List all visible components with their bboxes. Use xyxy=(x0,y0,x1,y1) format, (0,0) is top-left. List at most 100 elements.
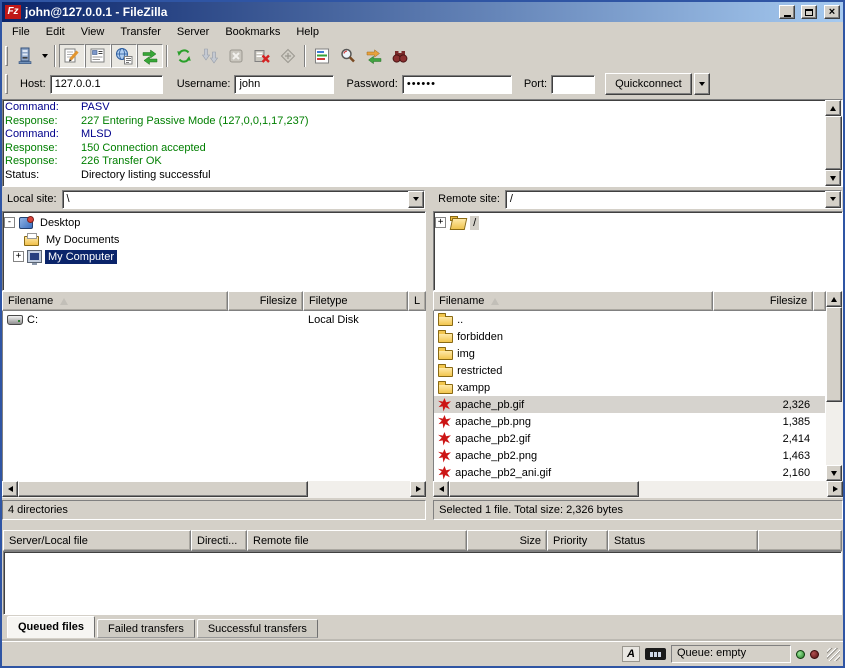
scroll-right-button[interactable] xyxy=(827,481,843,497)
maximize-button[interactable] xyxy=(801,5,817,19)
quickconnect-grip[interactable] xyxy=(5,74,8,94)
tab-successful-transfers[interactable]: Successful transfers xyxy=(197,619,318,638)
pane-splitter[interactable] xyxy=(426,187,433,520)
tree-node-label[interactable]: My Documents xyxy=(43,233,122,247)
local-site-dropdown-button[interactable] xyxy=(408,191,424,208)
column-header-priority[interactable]: Priority xyxy=(547,530,608,551)
directory-filters-button[interactable] xyxy=(309,44,335,68)
file-row-restricted[interactable]: restricted xyxy=(434,362,825,379)
scroll-up-button[interactable] xyxy=(826,291,842,307)
scroll-left-button[interactable] xyxy=(433,481,449,497)
scroll-down-button[interactable] xyxy=(826,465,842,481)
remote-vertical-scrollbar[interactable] xyxy=(826,291,843,481)
column-header-filename[interactable]: Filename xyxy=(433,291,713,311)
file-row-apache-pb2-png[interactable]: apache_pb2.png 1,463 xyxy=(434,447,825,464)
queue-splitter[interactable] xyxy=(2,520,843,530)
toggle-local-tree-button[interactable] xyxy=(85,44,111,68)
tree-node-my-documents[interactable]: My Documents xyxy=(4,231,424,248)
file-row-parent-dir[interactable]: .. xyxy=(434,311,825,328)
scroll-down-button[interactable] xyxy=(825,170,841,186)
column-header-filesize[interactable]: Filesize xyxy=(713,291,813,311)
quickconnect-dropdown-button[interactable] xyxy=(694,73,710,95)
menu-help[interactable]: Help xyxy=(288,23,327,41)
column-header-remote-file[interactable]: Remote file xyxy=(247,530,467,551)
scrollbar-thumb[interactable] xyxy=(449,481,639,497)
column-header-filename[interactable]: Filename xyxy=(2,291,228,311)
sort-ascending-icon xyxy=(491,298,499,305)
disconnect-button[interactable] xyxy=(249,44,275,68)
find-files-button[interactable] xyxy=(387,44,413,68)
refresh-button[interactable] xyxy=(171,44,197,68)
site-manager-button[interactable] xyxy=(12,44,38,68)
tab-queued-files[interactable]: Queued files xyxy=(7,616,95,638)
remote-pane: Remote site: / + / Filename Filesize xyxy=(433,187,843,520)
column-header-direction[interactable]: Directi... xyxy=(191,530,247,551)
tree-node-label[interactable]: Desktop xyxy=(37,216,83,230)
expand-icon[interactable]: + xyxy=(13,251,24,262)
toggle-message-log-button[interactable] xyxy=(59,44,85,68)
local-site-combo[interactable]: \ xyxy=(62,190,426,209)
minimize-button[interactable] xyxy=(779,5,795,19)
file-row-apache-pb2-ani-gif[interactable]: apache_pb2_ani.gif 2,160 xyxy=(434,464,825,481)
expand-icon[interactable]: + xyxy=(435,217,446,228)
drive-icon xyxy=(7,315,23,325)
image-file-icon xyxy=(438,432,451,446)
menu-transfer[interactable]: Transfer xyxy=(112,23,169,41)
queue-list-body[interactable] xyxy=(3,551,842,615)
tree-node-my-computer[interactable]: + My Computer xyxy=(4,248,424,265)
reconnect-button[interactable] xyxy=(275,44,301,68)
scrollbar-thumb[interactable] xyxy=(18,481,308,497)
local-horizontal-scrollbar[interactable] xyxy=(2,481,426,498)
quickconnect-button[interactable]: Quickconnect xyxy=(605,73,692,95)
log-scrollbar[interactable] xyxy=(825,100,842,186)
column-header-size[interactable]: Size xyxy=(467,530,547,551)
column-header-filesize[interactable]: Filesize xyxy=(228,291,303,311)
column-header-last-modified[interactable]: L xyxy=(408,291,426,311)
process-queue-button[interactable] xyxy=(197,44,223,68)
file-row-xampp[interactable]: xampp xyxy=(434,379,825,396)
menu-bookmarks[interactable]: Bookmarks xyxy=(217,23,288,41)
tree-node-desktop[interactable]: - Desktop xyxy=(4,214,424,231)
column-header-server-local-file[interactable]: Server/Local file xyxy=(3,530,191,551)
menu-file[interactable]: File xyxy=(4,23,38,41)
remote-horizontal-scrollbar[interactable] xyxy=(433,481,843,498)
file-row-apache-pb-png[interactable]: apache_pb.png 1,385 xyxy=(434,413,825,430)
tree-node-label[interactable]: / xyxy=(470,216,479,230)
file-row-forbidden[interactable]: forbidden xyxy=(434,328,825,345)
host-input[interactable] xyxy=(50,75,163,94)
scrollbar-thumb[interactable] xyxy=(825,116,842,170)
username-input[interactable] xyxy=(234,75,334,94)
scrollbar-thumb[interactable] xyxy=(826,307,842,402)
toggle-remote-tree-button[interactable] xyxy=(111,44,137,68)
file-row-apache-pb-gif[interactable]: apache_pb.gif 2,326 xyxy=(434,396,825,413)
scroll-right-button[interactable] xyxy=(410,481,426,497)
remote-site-dropdown-button[interactable] xyxy=(825,191,841,208)
tree-node-label[interactable]: My Computer xyxy=(45,250,117,264)
toggle-transfer-queue-button[interactable] xyxy=(137,44,163,68)
menu-edit[interactable]: Edit xyxy=(38,23,73,41)
resize-grip[interactable] xyxy=(827,648,840,661)
menu-view[interactable]: View xyxy=(73,23,113,41)
scroll-up-button[interactable] xyxy=(825,100,841,116)
menu-server[interactable]: Server xyxy=(169,23,217,41)
local-site-value: \ xyxy=(63,191,409,208)
directory-comparison-button[interactable] xyxy=(335,44,361,68)
port-input[interactable] xyxy=(551,75,595,94)
site-manager-dropdown-button[interactable] xyxy=(38,44,51,68)
password-input[interactable] xyxy=(402,75,512,94)
file-row-img[interactable]: img xyxy=(434,345,825,362)
filezilla-logo-icon: Fz xyxy=(5,5,21,19)
collapse-icon[interactable]: - xyxy=(4,217,15,228)
toolbar-grip[interactable] xyxy=(5,46,8,66)
column-header-status[interactable]: Status xyxy=(608,530,758,551)
cancel-button[interactable] xyxy=(223,44,249,68)
close-button[interactable]: × xyxy=(824,5,840,19)
remote-site-combo[interactable]: / xyxy=(505,190,842,209)
synchronized-browsing-button[interactable] xyxy=(361,44,387,68)
file-row-apache-pb2-gif[interactable]: apache_pb2.gif 2,414 xyxy=(434,430,825,447)
tree-node-root[interactable]: + / xyxy=(435,214,841,231)
scroll-left-button[interactable] xyxy=(2,481,18,497)
tab-failed-transfers[interactable]: Failed transfers xyxy=(97,619,195,638)
file-row-c-drive[interactable]: C: Local Disk xyxy=(3,311,425,328)
column-header-filetype[interactable]: Filetype xyxy=(303,291,408,311)
